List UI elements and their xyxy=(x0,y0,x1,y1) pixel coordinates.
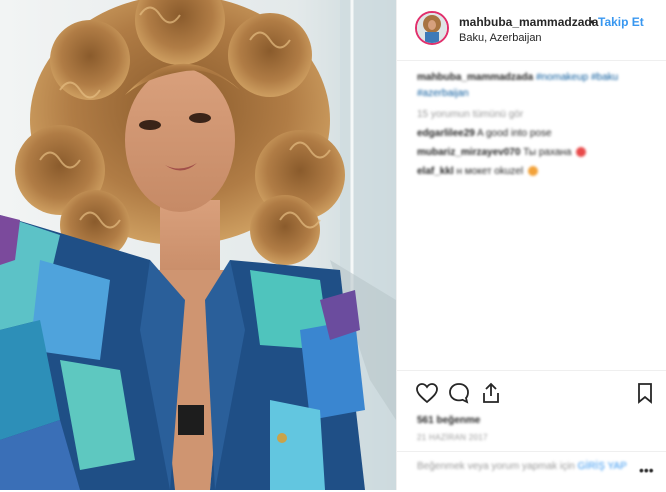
caption-continued: #azerbaijan xyxy=(417,86,469,102)
caption-hashtags-2[interactable]: #azerbaijan xyxy=(417,88,469,99)
comment-text: Ты рахана xyxy=(523,147,572,158)
caption-username[interactable]: mahbuba_mammadzada xyxy=(417,72,533,83)
more-options-icon[interactable]: ••• xyxy=(639,462,654,478)
emoji-icon xyxy=(527,166,538,177)
comment-text: A good into pose xyxy=(477,128,552,139)
comment-icon[interactable] xyxy=(447,381,471,405)
caption-hashtags[interactable]: #nomakeup #baku xyxy=(536,72,618,83)
avatar-image xyxy=(417,13,447,43)
comment-item: elaf_kkl ʜ мокет okuzel xyxy=(417,164,538,180)
post-date: 21 HAZİRAN 2017 xyxy=(417,433,488,442)
comment-username[interactable]: elaf_kkl xyxy=(417,166,454,177)
login-prompt: Beğenmek veya yorum yapmak için GİRİŞ YA… xyxy=(417,460,627,474)
post-actions: 561 beğenme 21 HAZİRAN 2017 Beğenmek vey… xyxy=(397,370,666,491)
instagram-post-view: mahbuba_mammadzada • Takip Et Baku, Azer… xyxy=(0,0,666,490)
post-location[interactable]: Baku, Azerbaijan xyxy=(459,32,542,44)
post-photo-illustration xyxy=(0,0,396,490)
bookmark-icon[interactable] xyxy=(633,381,657,405)
post-username[interactable]: mahbuba_mammadzada xyxy=(459,15,598,29)
comment-username[interactable]: mubariz_mirzayev070 xyxy=(417,147,520,158)
post-sidebar: mahbuba_mammadzada • Takip Et Baku, Azer… xyxy=(396,0,666,490)
likes-count[interactable]: 561 beğenme xyxy=(417,413,480,429)
heart-icon[interactable] xyxy=(415,381,439,405)
login-prompt-bar: Beğenmek veya yorum yapmak için GİRİŞ YA… xyxy=(397,451,666,492)
view-all-comments-link[interactable]: 15 yorumun tümünü gör xyxy=(417,107,523,123)
login-prompt-text: Beğenmek veya yorum yapmak için xyxy=(417,461,575,472)
separator-dot: • xyxy=(590,15,595,29)
post-header: mahbuba_mammadzada • Takip Et Baku, Azer… xyxy=(397,0,666,61)
emoji-icon xyxy=(576,147,587,158)
comment-item: edgarlilee29 A good into pose xyxy=(417,126,552,142)
comment-username[interactable]: edgarlilee29 xyxy=(417,128,475,139)
post-photo[interactable] xyxy=(0,0,396,490)
avatar[interactable] xyxy=(415,11,449,45)
follow-button[interactable]: Takip Et xyxy=(598,15,644,29)
comment-item: mubariz_mirzayev070 Ты рахана xyxy=(417,145,587,161)
login-link[interactable]: GİRİŞ YAP xyxy=(578,461,627,472)
share-icon[interactable] xyxy=(479,381,503,405)
comment-text: ʜ мокет okuzel xyxy=(456,166,524,177)
caption: mahbuba_mammadzada #nomakeup #baku xyxy=(417,70,618,86)
